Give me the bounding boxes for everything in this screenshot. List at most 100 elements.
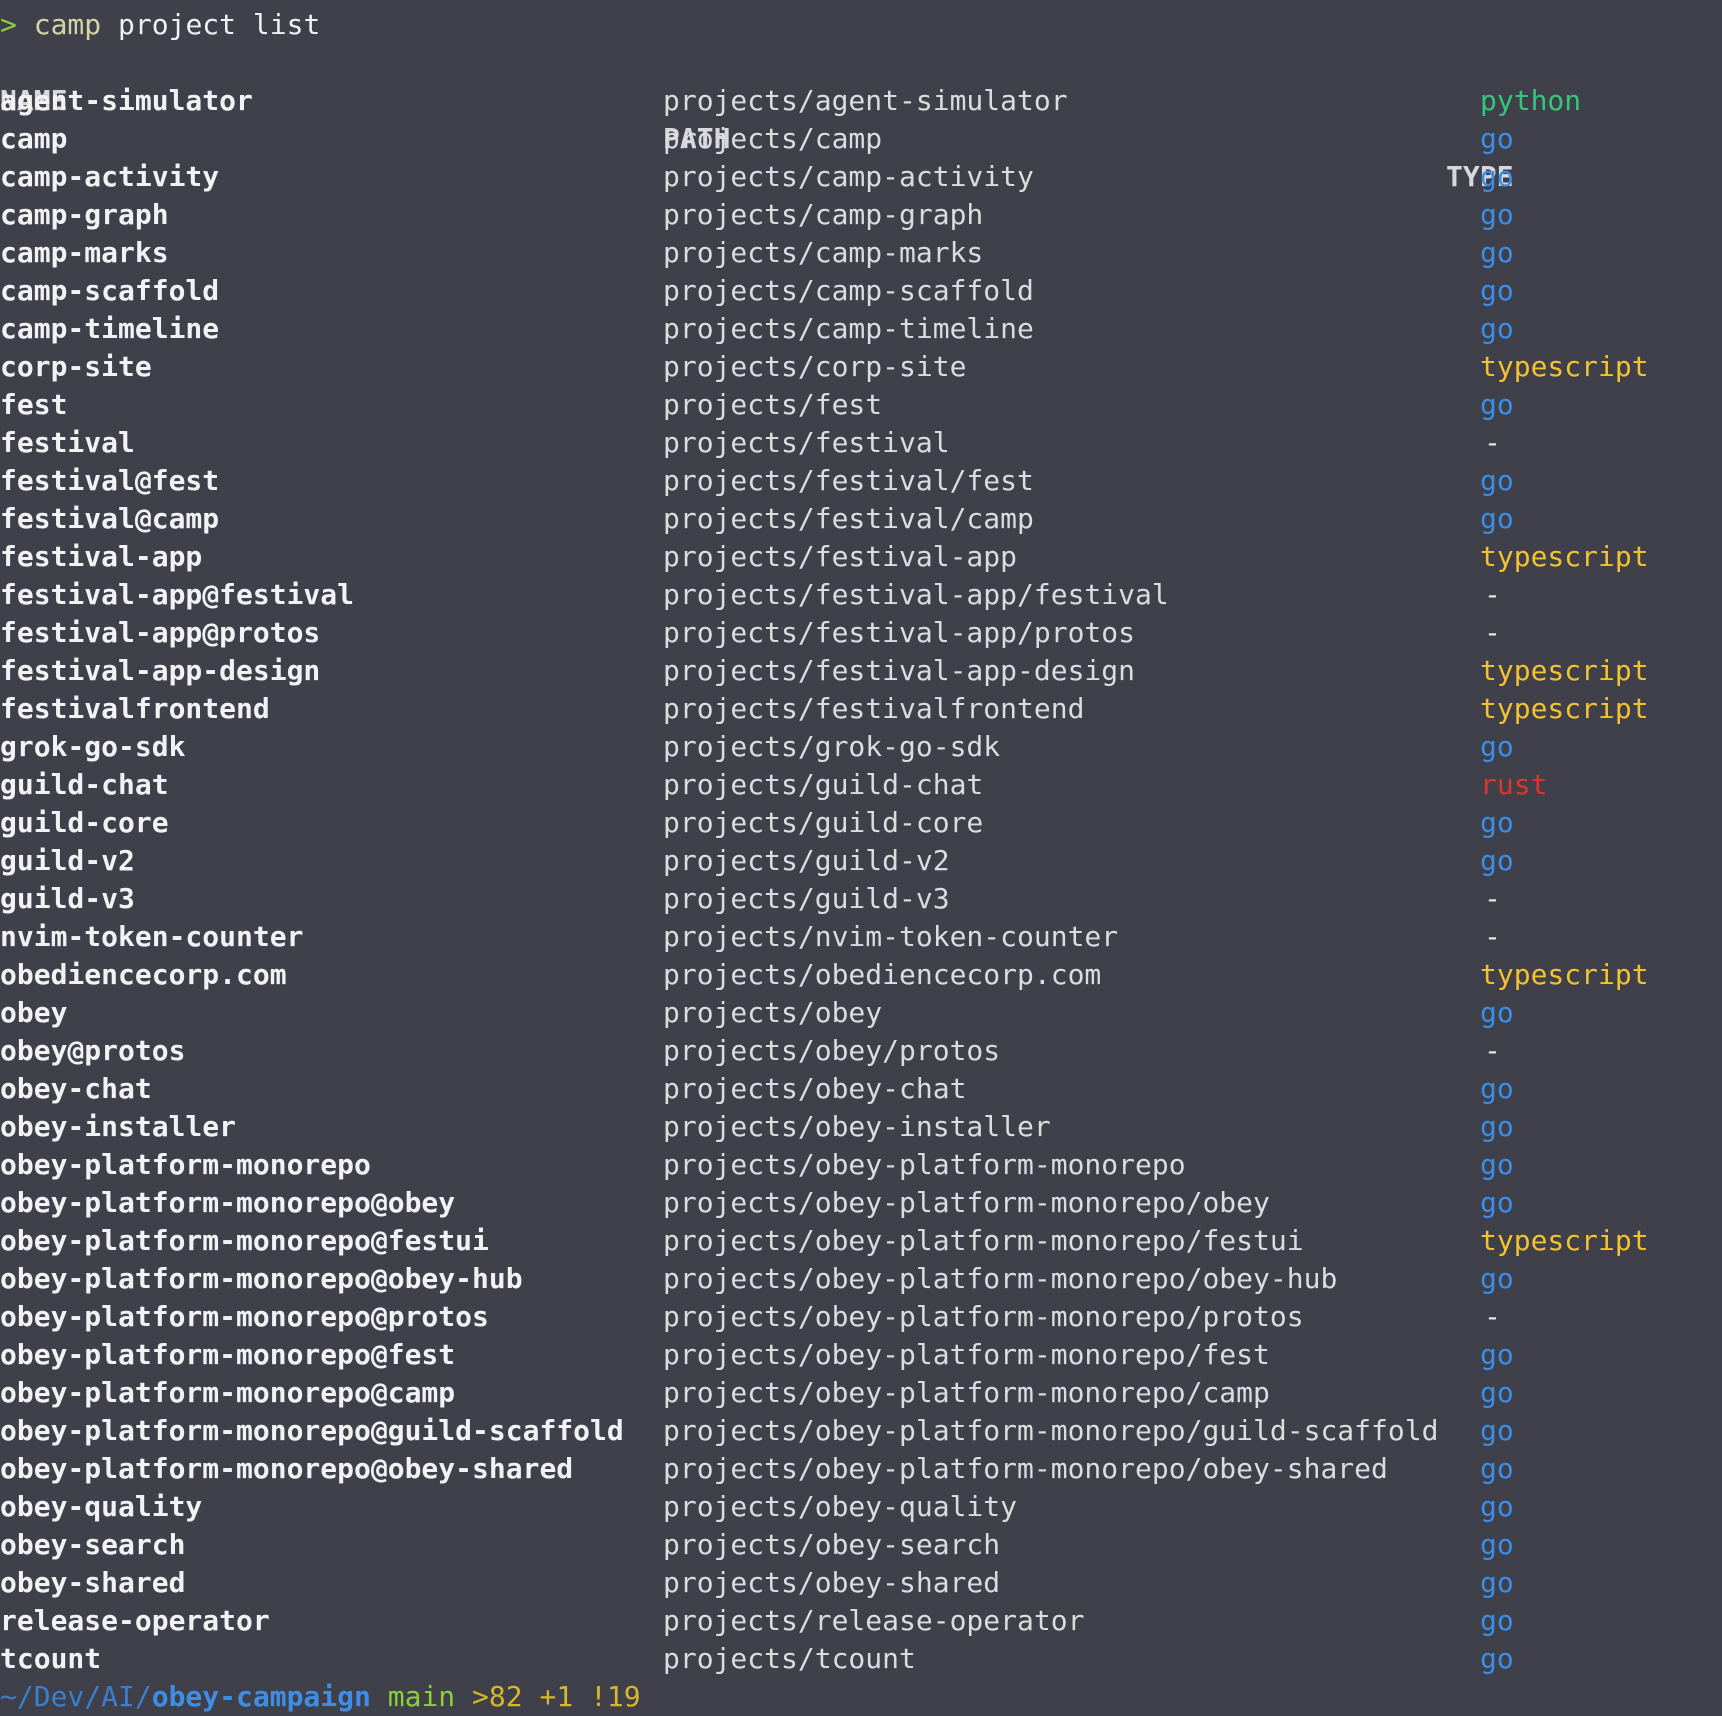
table-row: obey-platform-monorepo@obey-shared projec… [0,1450,1722,1488]
project-name: obey-platform-monorepo@fest [0,1338,456,1371]
project-type: typescript [1480,692,1649,725]
bottom-prompt: ~/Dev/AI/obey-campaign main >82 +1 !19 [0,1678,641,1716]
table-row: camp-timeline projects/camp-timeline go [0,310,1722,348]
project-name: camp-activity [0,160,220,193]
project-path: projects/camp-timeline [663,312,1034,345]
project-type: go [1480,312,1514,345]
project-name: obey-platform-monorepo@obey-shared [0,1452,574,1485]
project-name: obey-platform-monorepo@protos [0,1300,489,1333]
project-type: go [1480,1604,1514,1637]
project-type: typescript [1480,958,1649,991]
project-name: fest [0,388,68,421]
project-path: projects/corp-site [663,350,967,383]
project-type: go [1480,1072,1514,1105]
table-row: camp projects/camp go [0,120,1722,158]
project-path: projects/tcount [663,1642,916,1675]
table-row: obey@protos projects/obey/protos - [0,1032,1722,1070]
project-name: festival [0,426,135,459]
project-type: - [1484,616,1501,649]
command-name: camp [33,8,102,41]
project-path: projects/obediencecorp.com [663,958,1102,991]
prompt-git-status: >82 +1 !19 [455,1680,641,1713]
project-path: projects/obey-platform-monorepo/protos [663,1300,1304,1333]
project-name: nvim-token-counter [0,920,304,953]
table-row: obey-chat projects/obey-chat go [0,1070,1722,1108]
project-path: projects/guild-core [663,806,984,839]
project-path: projects/festival-app/festival [663,578,1169,611]
project-name: festival@camp [0,502,220,535]
project-type: python [1480,84,1582,117]
project-type: go [1480,1452,1514,1485]
project-name: obey [0,996,68,1029]
project-name: obey-platform-monorepo@guild-scaffold [0,1414,624,1447]
project-name: obey-platform-monorepo@obey [0,1186,456,1219]
project-type: typescript [1480,540,1649,573]
table-row: guild-core projects/guild-core go [0,804,1722,842]
project-path: projects/fest [663,388,883,421]
prompt-chevron: > [0,8,17,41]
table-row: obediencecorp.com projects/obediencecorp.… [0,956,1722,994]
table-row: tcount projects/tcount go [0,1640,1722,1678]
table-row: obey-platform-monorepo@guild-scaffold pro… [0,1412,1722,1450]
project-path: projects/festival-app/protos [663,616,1136,649]
project-type: go [1480,844,1514,877]
project-path: projects/release-operator [663,1604,1085,1637]
project-type: rust [1480,768,1548,801]
project-path: projects/festivalfrontend [663,692,1085,725]
project-name: obey@protos [0,1034,186,1067]
table-row: festival-app@protos projects/festival-app… [0,614,1722,652]
project-type: go [1480,198,1514,231]
table-row: obey-platform-monorepo@obey projects/obey… [0,1184,1722,1222]
project-path: projects/festival [663,426,950,459]
project-path: projects/camp-marks [663,236,984,269]
project-path: projects/festival/camp [663,502,1034,535]
project-type: go [1480,1490,1514,1523]
project-type: go [1480,1186,1514,1219]
project-name: guild-core [0,806,169,839]
project-type: - [1484,426,1501,459]
table-row: obey-shared projects/obey-shared go [0,1564,1722,1602]
project-path: projects/obey-platform-monorepo/camp [663,1376,1270,1409]
project-type: go [1480,1262,1514,1295]
table-row: guild-v3 projects/guild-v3 - [0,880,1722,918]
project-path: projects/nvim-token-counter [663,920,1119,953]
project-name: obey-platform-monorepo [0,1148,371,1181]
table-row: obey-platform-monorepo projects/obey-plat… [0,1146,1722,1184]
command-prompt: > camp project list [0,6,320,44]
table-row: obey projects/obey go [0,994,1722,1032]
table-row: obey-platform-monorepo@festui projects/ob… [0,1222,1722,1260]
project-type: go [1480,806,1514,839]
prompt-dir-prefix: ~/Dev/AI/ [0,1680,152,1713]
table-row: obey-installer projects/obey-installer go [0,1108,1722,1146]
table-row: release-operator projects/release-operato… [0,1602,1722,1640]
project-path: projects/camp-scaffold [663,274,1034,307]
project-type: go [1480,1528,1514,1561]
project-name: grok-go-sdk [0,730,186,763]
project-type: go [1480,388,1514,421]
project-name: tcount [0,1642,102,1675]
project-name: obey-shared [0,1566,186,1599]
project-name: obey-quality [0,1490,203,1523]
project-path: projects/camp-activity [663,160,1034,193]
prompt-dir-name: obey-campaign [151,1680,371,1713]
terminal-window[interactable]: > camp project list NAME PATH TYPE agent… [0,0,1722,1713]
project-path: projects/obey/protos [663,1034,1001,1067]
project-type: - [1484,1300,1501,1333]
project-name: obey-chat [0,1072,152,1105]
project-name: festival-app-design [0,654,321,687]
project-name: festival@fest [0,464,220,497]
project-type: go [1480,1566,1514,1599]
project-name: guild-v3 [0,882,135,915]
project-name: camp [0,122,68,155]
table-row: nvim-token-counter projects/nvim-token-co… [0,918,1722,956]
table-row: obey-search projects/obey-search go [0,1526,1722,1564]
project-path: projects/obey-platform-monorepo [663,1148,1186,1181]
table-header: NAME PATH TYPE [0,44,1722,193]
table-row: festival@fest projects/festival/fest go [0,462,1722,500]
project-name: festival-app [0,540,203,573]
project-type: - [1484,578,1501,611]
project-name: guild-v2 [0,844,135,877]
project-name: festival-app@protos [0,616,321,649]
project-path: projects/obey-platform-monorepo/guild-sc… [663,1414,1439,1447]
table-row: agent-simulator projects/agent-simulator p… [0,82,1722,120]
